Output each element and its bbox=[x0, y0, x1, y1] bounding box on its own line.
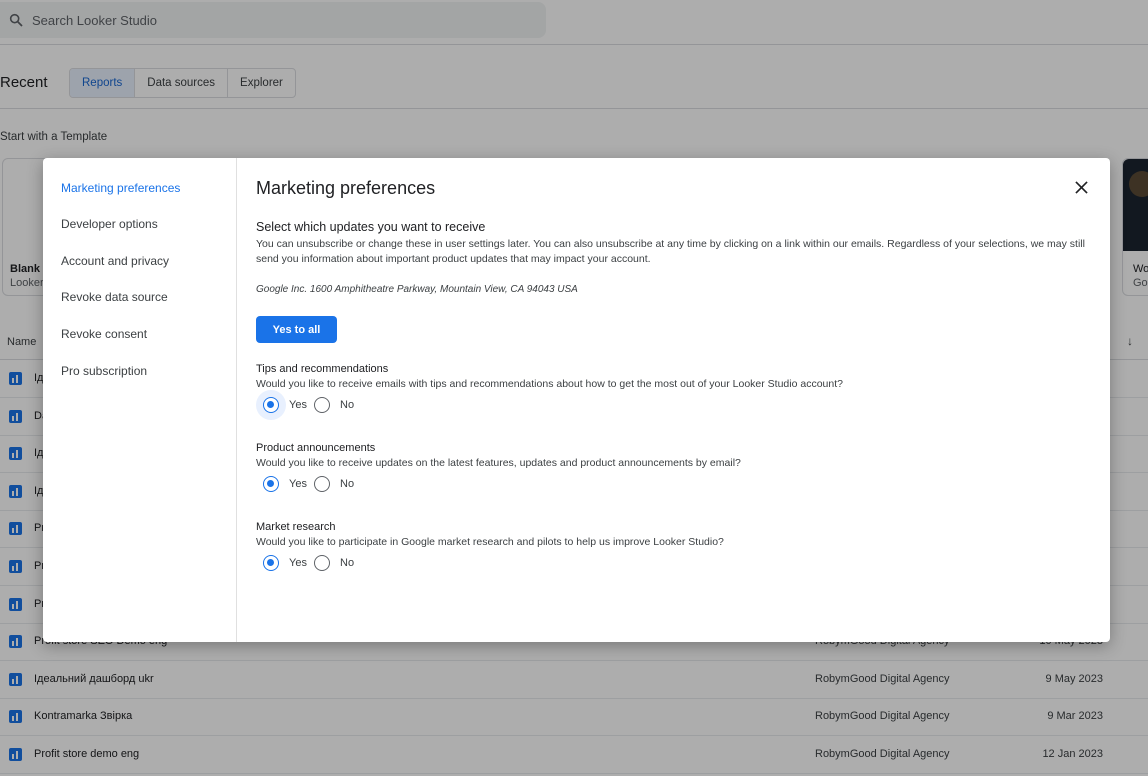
settings-dialog: Marketing preferences Developer options … bbox=[43, 158, 1110, 642]
pref-title: Product announcements bbox=[256, 442, 376, 454]
nav-item-pro-subscription[interactable]: Pro subscription bbox=[61, 364, 147, 378]
nav-item-account-and-privacy[interactable]: Account and privacy bbox=[61, 254, 169, 268]
company-address: Google Inc. 1600 Amphitheatre Parkway, M… bbox=[256, 284, 578, 295]
nav-item-revoke-consent[interactable]: Revoke consent bbox=[61, 327, 147, 341]
radio-yes[interactable] bbox=[263, 476, 279, 492]
radio-no-label[interactable]: No bbox=[340, 478, 354, 490]
settings-nav: Marketing preferences Developer options … bbox=[43, 158, 237, 642]
nav-item-revoke-data-source[interactable]: Revoke data source bbox=[61, 290, 168, 304]
dialog-subtitle: Select which updates you want to receive bbox=[256, 220, 486, 234]
radio-yes-label[interactable]: Yes bbox=[289, 399, 307, 411]
pref-title: Market research bbox=[256, 521, 336, 533]
radio-yes-label[interactable]: Yes bbox=[289, 478, 307, 490]
radio-no-label[interactable]: No bbox=[340, 399, 354, 411]
radio-yes[interactable] bbox=[263, 555, 279, 571]
radio-no[interactable] bbox=[314, 397, 330, 413]
radio-no[interactable] bbox=[314, 476, 330, 492]
nav-item-developer-options[interactable]: Developer options bbox=[61, 217, 158, 231]
yes-to-all-button[interactable]: Yes to all bbox=[256, 316, 337, 343]
radio-no-label[interactable]: No bbox=[340, 557, 354, 569]
dialog-title: Marketing preferences bbox=[256, 178, 436, 198]
radio-group: Yes No bbox=[256, 393, 456, 417]
radio-group: Yes No bbox=[256, 551, 456, 575]
nav-item-marketing-preferences[interactable]: Marketing preferences bbox=[61, 181, 180, 195]
radio-group: Yes No bbox=[256, 472, 456, 496]
radio-no[interactable] bbox=[314, 555, 330, 571]
close-icon[interactable] bbox=[1071, 177, 1091, 197]
pref-description: Would you like to receive updates on the… bbox=[256, 457, 741, 469]
dialog-description: You can unsubscribe or change these in u… bbox=[256, 238, 1085, 265]
radio-yes-label[interactable]: Yes bbox=[289, 557, 307, 569]
pref-description: Would you like to participate in Google … bbox=[256, 536, 724, 548]
pref-title: Tips and recommendations bbox=[256, 363, 389, 375]
pref-description: Would you like to receive emails with ti… bbox=[256, 378, 843, 390]
radio-yes[interactable] bbox=[263, 397, 279, 413]
